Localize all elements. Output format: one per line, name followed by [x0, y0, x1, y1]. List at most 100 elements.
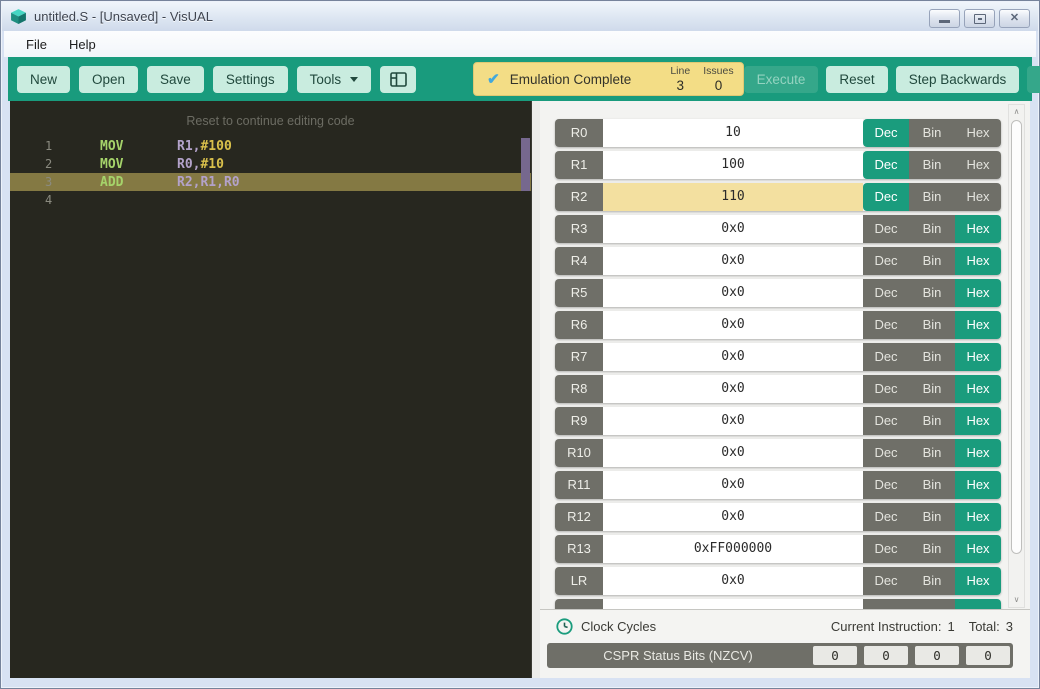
format-dec-button[interactable]: Dec: [863, 311, 909, 339]
format-hex-button[interactable]: Hex: [955, 439, 1001, 467]
format-dec-button[interactable]: Dec: [863, 183, 909, 211]
format-bin-button[interactable]: Bin: [909, 151, 955, 179]
toolbar-button-settings[interactable]: Settings: [213, 66, 288, 93]
total-label: Total:: [969, 619, 1000, 634]
register-row-r5: R50x0DecBinHex: [555, 279, 1001, 307]
register-name: R9: [555, 407, 603, 435]
format-hex-button[interactable]: Hex: [955, 503, 1001, 531]
format-hex-button[interactable]: Hex: [955, 215, 1001, 243]
title-bar[interactable]: untitled.S - [Unsaved] - VisUAL ✕: [2, 2, 1038, 31]
format-hex-button[interactable]: Hex: [955, 119, 1001, 147]
clock-icon: [556, 618, 573, 635]
close-button[interactable]: ✕: [999, 9, 1030, 28]
format-toggle: DecBinHex: [863, 439, 1001, 467]
format-dec-button[interactable]: Dec: [863, 535, 909, 563]
toolbar-button-reset[interactable]: Reset: [826, 66, 887, 93]
scroll-up-icon[interactable]: ∧: [1009, 105, 1024, 119]
format-dec-button[interactable]: Dec: [863, 471, 909, 499]
format-hex-button[interactable]: Hex: [955, 247, 1001, 275]
editor-scrollbar-thumb[interactable]: [521, 138, 530, 191]
editor-line[interactable]: 1MOVR1,#100: [10, 137, 531, 155]
format-dec-button[interactable]: Dec: [863, 215, 909, 243]
register-value: 0x0: [603, 439, 863, 467]
register-row-r0: R010DecBinHex: [555, 119, 1001, 147]
code-editor[interactable]: Reset to continue editing code 1MOVR1,#1…: [10, 101, 531, 678]
register-name: R5: [555, 279, 603, 307]
format-dec-button[interactable]: Dec: [863, 343, 909, 371]
format-dec-button[interactable]: Dec: [863, 439, 909, 467]
format-toggle: DecBinHex: [863, 183, 1001, 211]
total-value: 3: [1006, 619, 1013, 634]
format-hex-button[interactable]: Hex: [955, 407, 1001, 435]
format-bin-button[interactable]: Bin: [909, 311, 955, 339]
register-scrollbar[interactable]: ∧ ∨: [1008, 104, 1025, 608]
toolbar-button-step-backwards[interactable]: Step Backwards: [896, 66, 1020, 93]
toolbar-button-tools[interactable]: Tools: [297, 66, 372, 93]
operands: R2,R1,R0: [177, 175, 240, 190]
register-name: LR: [555, 567, 603, 595]
app-icon: [10, 8, 27, 25]
menu-item-file[interactable]: File: [17, 34, 56, 55]
format-dec-button[interactable]: Dec: [863, 279, 909, 307]
register-value: 0x0: [603, 311, 863, 339]
close-icon: ✕: [1010, 13, 1019, 24]
format-bin-button[interactable]: Bin: [909, 535, 955, 563]
format-hex-button[interactable]: Hex: [955, 151, 1001, 179]
toolbar-button-step-forwards: Step Forwards: [1027, 66, 1040, 93]
editor-line[interactable]: 3ADDR2,R1,R0: [10, 173, 531, 191]
split-view-button[interactable]: [380, 66, 416, 93]
format-toggle: DecBinHex: [863, 247, 1001, 275]
current-instruction-value: 1: [947, 619, 954, 634]
editor-line[interactable]: 4: [10, 191, 531, 209]
format-bin-button[interactable]: Bin: [909, 119, 955, 147]
format-bin-button[interactable]: Bin: [909, 471, 955, 499]
format-hex-button[interactable]: Hex: [955, 183, 1001, 211]
cspr-label: CSPR Status Bits (NZCV): [550, 646, 806, 665]
format-bin-button[interactable]: Bin: [909, 343, 955, 371]
format-hex-button[interactable]: Hex: [955, 471, 1001, 499]
format-hex-button[interactable]: Hex: [955, 567, 1001, 595]
format-toggle: DecBinHex: [863, 119, 1001, 147]
format-bin-button[interactable]: Bin: [909, 247, 955, 275]
format-dec-button[interactable]: Dec: [863, 407, 909, 435]
minimize-button[interactable]: [929, 9, 960, 28]
format-bin-button[interactable]: Bin: [909, 407, 955, 435]
format-hex-button[interactable]: Hex: [955, 535, 1001, 563]
scroll-down-icon[interactable]: ∨: [1009, 593, 1024, 607]
format-toggle: DecBinHex: [863, 375, 1001, 403]
issues-value: 0: [703, 79, 733, 93]
visual-app-window: untitled.S - [Unsaved] - VisUAL ✕ File H…: [0, 0, 1040, 689]
format-dec-button[interactable]: Dec: [863, 567, 909, 595]
register-name: R11: [555, 471, 603, 499]
register-row-lr: LR0x0DecBinHex: [555, 567, 1001, 595]
maximize-button[interactable]: [964, 9, 995, 28]
menu-item-help[interactable]: Help: [60, 34, 105, 55]
editor-line[interactable]: 2MOVR0,#10: [10, 155, 531, 173]
toolbar-button-new[interactable]: New: [17, 66, 70, 93]
format-dec-button[interactable]: Dec: [863, 247, 909, 275]
toolbar-button-save[interactable]: Save: [147, 66, 204, 93]
format-hex-button[interactable]: Hex: [955, 279, 1001, 307]
format-toggle: DecBinHex: [863, 151, 1001, 179]
register-value: 0x0: [603, 503, 863, 531]
format-hex-button[interactable]: Hex: [955, 343, 1001, 371]
format-bin-button[interactable]: Bin: [909, 183, 955, 211]
format-dec-button[interactable]: Dec: [863, 151, 909, 179]
toolbar-button-open[interactable]: Open: [79, 66, 138, 93]
format-bin-button[interactable]: Bin: [909, 279, 955, 307]
format-toggle: DecBinHex: [863, 471, 1001, 499]
pane-splitter[interactable]: [531, 101, 540, 678]
register-row-r12: R120x0DecBinHex: [555, 503, 1001, 531]
format-bin-button[interactable]: Bin: [909, 215, 955, 243]
format-dec-button[interactable]: Dec: [863, 119, 909, 147]
register-scrollbar-thumb[interactable]: [1011, 120, 1022, 554]
format-bin-button[interactable]: Bin: [909, 567, 955, 595]
format-bin-button[interactable]: Bin: [909, 375, 955, 403]
register-row-r6: R60x0DecBinHex: [555, 311, 1001, 339]
format-hex-button[interactable]: Hex: [955, 311, 1001, 339]
format-dec-button[interactable]: Dec: [863, 375, 909, 403]
format-bin-button[interactable]: Bin: [909, 439, 955, 467]
format-bin-button[interactable]: Bin: [909, 503, 955, 531]
format-hex-button[interactable]: Hex: [955, 375, 1001, 403]
format-dec-button[interactable]: Dec: [863, 503, 909, 531]
